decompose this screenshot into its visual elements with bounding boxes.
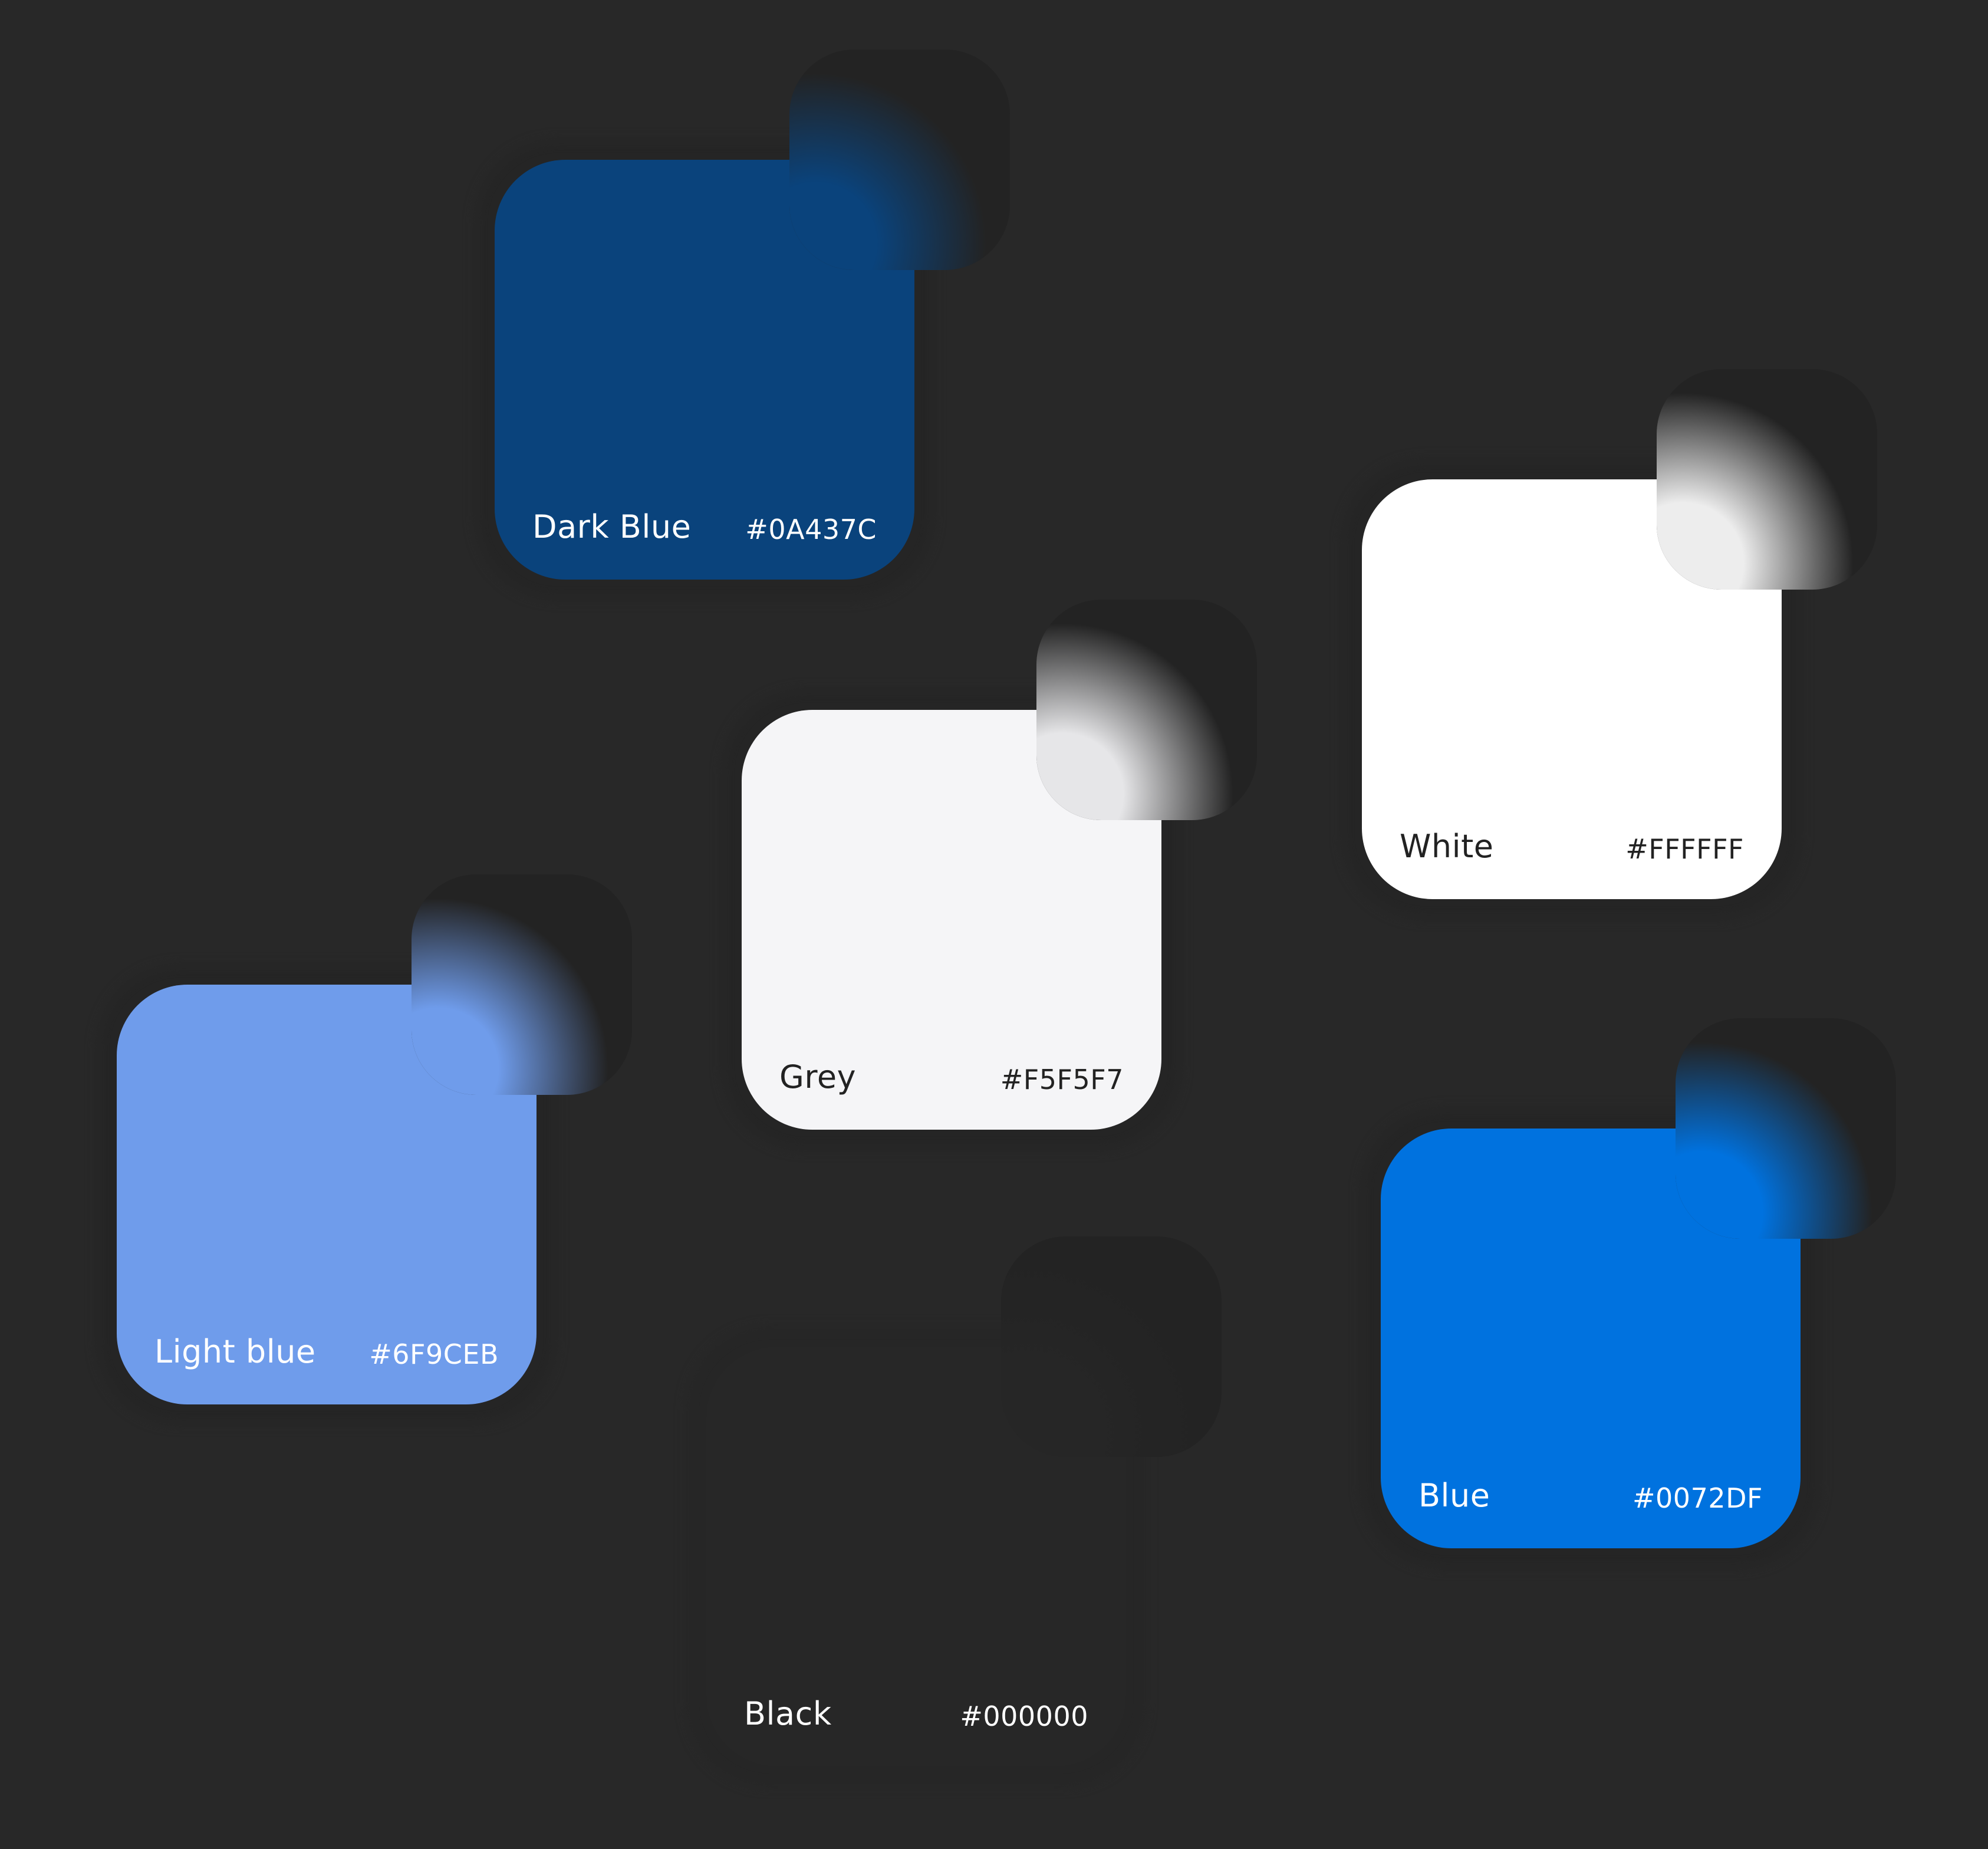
swatch-hex: #F5F5F7 <box>1000 1064 1124 1095</box>
corner-blob <box>1036 600 1257 820</box>
corner-glow <box>1001 1236 1222 1457</box>
corner-glow <box>1676 1018 1896 1239</box>
corner-blob <box>1676 1018 1896 1239</box>
corner-glow <box>1036 600 1257 820</box>
swatch-name: Blue <box>1418 1477 1490 1514</box>
palette-canvas: Dark Blue #0A437C White #FFFFFF Grey #F5… <box>0 0 1988 1849</box>
swatch-black: Black #000000 <box>687 1236 1222 1785</box>
corner-blob <box>1657 369 1877 590</box>
swatch-name: Grey <box>779 1058 857 1095</box>
corner-blob <box>1001 1236 1222 1457</box>
swatch-hex: #0A437C <box>745 514 877 545</box>
swatch-grey: Grey #F5F5F7 <box>723 600 1257 1149</box>
swatch-blue: Blue #0072DF <box>1362 1018 1896 1567</box>
swatch-hex: #000000 <box>960 1700 1088 1732</box>
swatch-hex: #0072DF <box>1632 1482 1763 1514</box>
swatch-white: White #FFFFFF <box>1343 369 1877 918</box>
swatch-light-blue: Light blue #6F9CEB <box>98 874 632 1423</box>
corner-blob <box>789 50 1010 270</box>
corner-blob <box>412 874 632 1095</box>
swatch-name: Light blue <box>154 1333 316 1370</box>
swatch-hex: #6F9CEB <box>369 1338 499 1370</box>
swatch-name: Black <box>744 1695 832 1732</box>
swatch-dark-blue: Dark Blue #0A437C <box>476 50 1010 598</box>
corner-glow <box>412 874 632 1095</box>
corner-glow <box>1657 369 1877 590</box>
swatch-name: Dark Blue <box>532 508 692 545</box>
swatch-hex: #FFFFFF <box>1625 833 1744 865</box>
swatch-name: White <box>1400 828 1494 865</box>
corner-glow <box>789 50 1010 270</box>
